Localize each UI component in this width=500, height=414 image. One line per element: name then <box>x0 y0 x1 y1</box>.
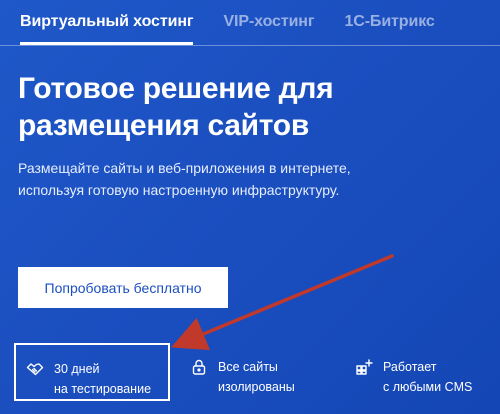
hero-subtitle-line1: Размещайте сайты и веб-приложения в инте… <box>18 160 351 176</box>
hero-subtitle-line2: используя готовую настроенную инфраструк… <box>18 182 340 198</box>
handshake-icon <box>26 363 44 376</box>
lock-icon <box>192 359 206 375</box>
tab-virtual-hosting[interactable]: Виртуальный хостинг <box>20 13 194 49</box>
hosting-tabs: Виртуальный хостинг VIP-хостинг 1С-Битри… <box>20 13 500 49</box>
feature-isolation-text: Все сайты изолированы <box>218 357 295 397</box>
feature-cms-text: Работает с любыми CMS <box>383 357 472 397</box>
feature-trial-text: 30 дней на тестирование <box>54 359 151 399</box>
feature-cms-line1: Работает <box>383 360 437 374</box>
tab-1c-bitrix[interactable]: 1С-Битрикс <box>344 13 434 49</box>
feature-trial-line2: на тестирование <box>54 382 152 396</box>
hero-title-line1: Готовое решение для <box>18 72 334 105</box>
hero-subtitle: Размещайте сайты и веб-приложения в инте… <box>18 157 418 201</box>
hero-title-line2: размещения сайтов <box>18 109 309 142</box>
tab-vip-hosting[interactable]: VIP-хостинг <box>223 13 314 49</box>
tabs-divider <box>0 45 500 46</box>
add-widget-icon <box>356 359 373 375</box>
hero-title: Готовое решение для размещения сайтов <box>18 70 488 144</box>
feature-trial-line1: 30 дней <box>54 362 100 376</box>
feature-cms: Работает с любыми CMS <box>355 343 500 414</box>
feature-isolation-line1: Все сайты <box>218 360 278 374</box>
feature-isolation: Все сайты изолированы <box>190 343 340 414</box>
try-free-button[interactable]: Попробовать бесплатно <box>18 267 228 308</box>
feature-trial[interactable]: 30 дней на тестирование <box>14 343 170 401</box>
feature-isolation-line2: изолированы <box>218 380 295 394</box>
feature-cms-line2: с любыми CMS <box>383 380 473 394</box>
features-row: 30 дней на тестирование Все сайты изолир… <box>0 343 500 414</box>
